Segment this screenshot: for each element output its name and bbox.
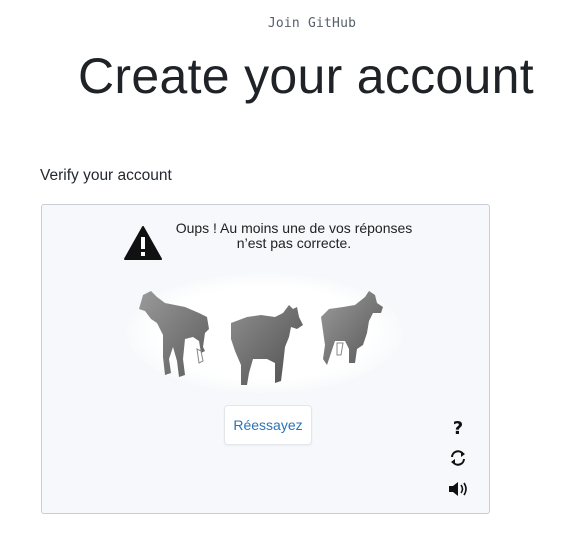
retry-button[interactable]: Réessayez xyxy=(224,405,312,445)
reload-icon[interactable] xyxy=(446,447,470,469)
page-title: Create your account xyxy=(78,48,534,104)
error-message-line-1: Oups ! Au moins une de vos réponses xyxy=(175,220,413,236)
audio-icon[interactable] xyxy=(446,478,470,500)
animal-image-3[interactable] xyxy=(317,289,389,371)
warning-icon xyxy=(124,226,162,260)
help-icon[interactable]: ? xyxy=(446,417,470,439)
challenge-image-area xyxy=(127,273,402,393)
verify-section-label: Verify your account xyxy=(40,167,172,184)
animal-image-2[interactable] xyxy=(227,303,307,389)
join-github-label: Join GitHub xyxy=(267,16,357,31)
animal-image-1[interactable] xyxy=(137,289,217,381)
captcha-panel: Oups ! Au moins une de vos réponses n’es… xyxy=(41,204,490,514)
error-message: Oups ! Au moins une de vos réponses n’es… xyxy=(170,221,418,251)
error-message-line-2: n’est pas correcte. xyxy=(236,235,352,251)
